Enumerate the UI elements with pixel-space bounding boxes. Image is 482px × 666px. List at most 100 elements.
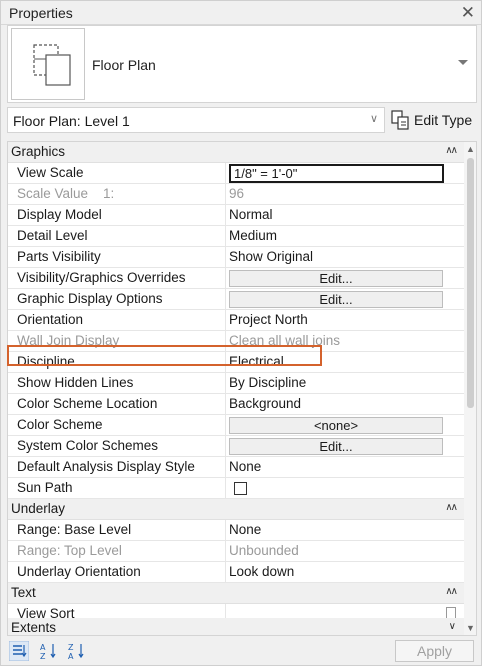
column-divider <box>225 394 226 415</box>
row-view-scale[interactable]: View Scale 1/8" = 1'-0" <box>8 163 464 184</box>
sun-path-checkbox[interactable] <box>234 482 247 495</box>
column-divider <box>225 541 226 562</box>
row-parts-visibility[interactable]: Parts Visibility Show Original <box>8 247 464 268</box>
row-color-scheme-location[interactable]: Color Scheme Location Background <box>8 394 464 415</box>
row-range-top-level: Range: Top Level Unbounded <box>8 541 464 562</box>
edit-type-label: Edit Type <box>414 112 473 128</box>
display-options-edit-button[interactable]: Edit... <box>229 291 443 308</box>
section-underlay[interactable]: Underlay ∧∧ <box>8 499 464 520</box>
row-display-model[interactable]: Display Model Normal <box>8 205 464 226</box>
column-divider <box>225 436 226 457</box>
instance-bar: Floor Plan: Level 1 ∨ Edit Type <box>7 107 477 133</box>
row-graphic-display-options[interactable]: Graphic Display Options Edit... <box>8 289 464 310</box>
row-discipline[interactable]: Discipline Electrical <box>8 352 464 373</box>
prop-name: Color Scheme Location <box>17 396 158 411</box>
row-sun-path[interactable]: Sun Path <box>8 478 464 499</box>
section-extents[interactable]: Extents ∨ <box>8 618 464 635</box>
color-scheme-button[interactable]: <none> <box>229 417 443 434</box>
column-divider <box>225 163 226 184</box>
scroll-down-icon[interactable]: ▼ <box>464 623 476 633</box>
column-divider <box>225 562 226 583</box>
vertical-scrollbar[interactable]: ▲ ▼ <box>464 142 476 635</box>
section-underlay-label: Underlay <box>11 501 66 516</box>
apply-button[interactable]: Apply <box>395 640 474 662</box>
svg-text:A: A <box>68 652 74 661</box>
row-system-color-schemes[interactable]: System Color Schemes Edit... <box>8 436 464 457</box>
column-divider <box>225 520 226 541</box>
system-color-schemes-edit-button[interactable]: Edit... <box>229 438 443 455</box>
view-scale-input[interactable]: 1/8" = 1'-0" <box>229 164 444 183</box>
row-orientation[interactable]: Orientation Project North <box>8 310 464 331</box>
row-scale-value: Scale Value 1: 96 <box>8 184 464 205</box>
prop-name: Underlay Orientation <box>17 564 141 579</box>
row-range-base-level[interactable]: Range: Base Level None <box>8 520 464 541</box>
prop-value[interactable]: Medium <box>229 228 277 243</box>
svg-text:A: A <box>40 643 46 652</box>
collapse-icon[interactable]: ∧∧ <box>445 502 458 513</box>
collapse-icon[interactable]: ∧∧ <box>445 586 458 597</box>
chevron-down-icon[interactable]: ∨ <box>370 112 378 125</box>
section-graphics-label: Graphics <box>11 144 66 159</box>
prop-value: Unbounded <box>229 543 299 558</box>
prop-value: Clean all wall joins <box>229 333 341 348</box>
type-dropdown-arrow-icon[interactable] <box>458 60 468 65</box>
row-analysis-display-style[interactable]: Default Analysis Display Style None <box>8 457 464 478</box>
prop-name: Graphic Display Options <box>17 291 163 306</box>
panel-title: Properties <box>9 5 73 21</box>
floor-plan-thumbnail-icon <box>11 28 85 100</box>
prop-value[interactable]: By Discipline <box>229 375 306 390</box>
prop-name: Orientation <box>17 312 84 327</box>
prop-value: 96 <box>229 186 245 201</box>
column-divider <box>225 184 226 205</box>
collapse-icon[interactable]: ∧∧ <box>445 145 458 156</box>
prop-value[interactable]: Look down <box>229 564 294 579</box>
svg-text:Z: Z <box>68 643 74 652</box>
column-divider <box>225 205 226 226</box>
prop-name: Discipline <box>17 354 75 369</box>
column-divider <box>225 373 226 394</box>
section-extents-label: Extents <box>11 620 57 635</box>
close-icon[interactable]: ✕ <box>461 3 475 23</box>
row-detail-level[interactable]: Detail Level Medium <box>8 226 464 247</box>
prop-value[interactable]: Normal <box>229 207 273 222</box>
prop-name: Scale Value 1: <box>17 186 115 201</box>
section-text[interactable]: Text ∧∧ <box>8 583 464 604</box>
categorized-sort-icon[interactable] <box>8 640 30 662</box>
scrollbar-thumb[interactable] <box>467 158 474 408</box>
row-vg-overrides[interactable]: Visibility/Graphics Overrides Edit... <box>8 268 464 289</box>
prop-value[interactable]: Electrical <box>229 354 284 369</box>
type-selector[interactable]: Floor Plan <box>7 25 477 103</box>
prop-value[interactable]: Show Original <box>229 249 313 264</box>
prop-value[interactable]: None <box>229 459 261 474</box>
scroll-up-icon[interactable]: ▲ <box>464 144 476 154</box>
prop-value[interactable]: None <box>229 522 261 537</box>
column-divider <box>225 331 226 352</box>
svg-text:Z: Z <box>40 652 46 661</box>
vg-overrides-edit-button[interactable]: Edit... <box>229 270 443 287</box>
collapse-icon[interactable]: ∨ <box>449 621 456 632</box>
prop-name: System Color Schemes <box>17 438 159 453</box>
section-graphics[interactable]: Graphics ∧∧ <box>8 142 464 163</box>
panel-titlebar: Properties ✕ <box>1 1 481 25</box>
prop-name: Range: Top Level <box>17 543 122 558</box>
prop-name: View Scale <box>17 165 84 180</box>
prop-value[interactable]: Project North <box>229 312 308 327</box>
prop-name: Wall Join Display <box>17 333 120 348</box>
prop-name: Range: Base Level <box>17 522 132 537</box>
column-divider <box>225 352 226 373</box>
sort-ascending-icon[interactable]: A Z <box>39 641 59 661</box>
row-show-hidden-lines[interactable]: Show Hidden Lines By Discipline <box>8 373 464 394</box>
prop-name: Detail Level <box>17 228 88 243</box>
instance-selector[interactable]: Floor Plan: Level 1 ∨ <box>7 107 385 133</box>
column-divider <box>225 415 226 436</box>
column-divider <box>225 289 226 310</box>
edit-type-button[interactable]: Edit Type <box>389 107 477 133</box>
sort-descending-icon[interactable]: Z A <box>67 641 87 661</box>
row-underlay-orientation[interactable]: Underlay Orientation Look down <box>8 562 464 583</box>
column-divider <box>225 457 226 478</box>
column-divider <box>225 310 226 331</box>
prop-value[interactable]: Background <box>229 396 301 411</box>
instance-selector-value: Floor Plan: Level 1 <box>13 113 130 129</box>
row-color-scheme[interactable]: Color Scheme <none> <box>8 415 464 436</box>
prop-name: Display Model <box>17 207 102 222</box>
